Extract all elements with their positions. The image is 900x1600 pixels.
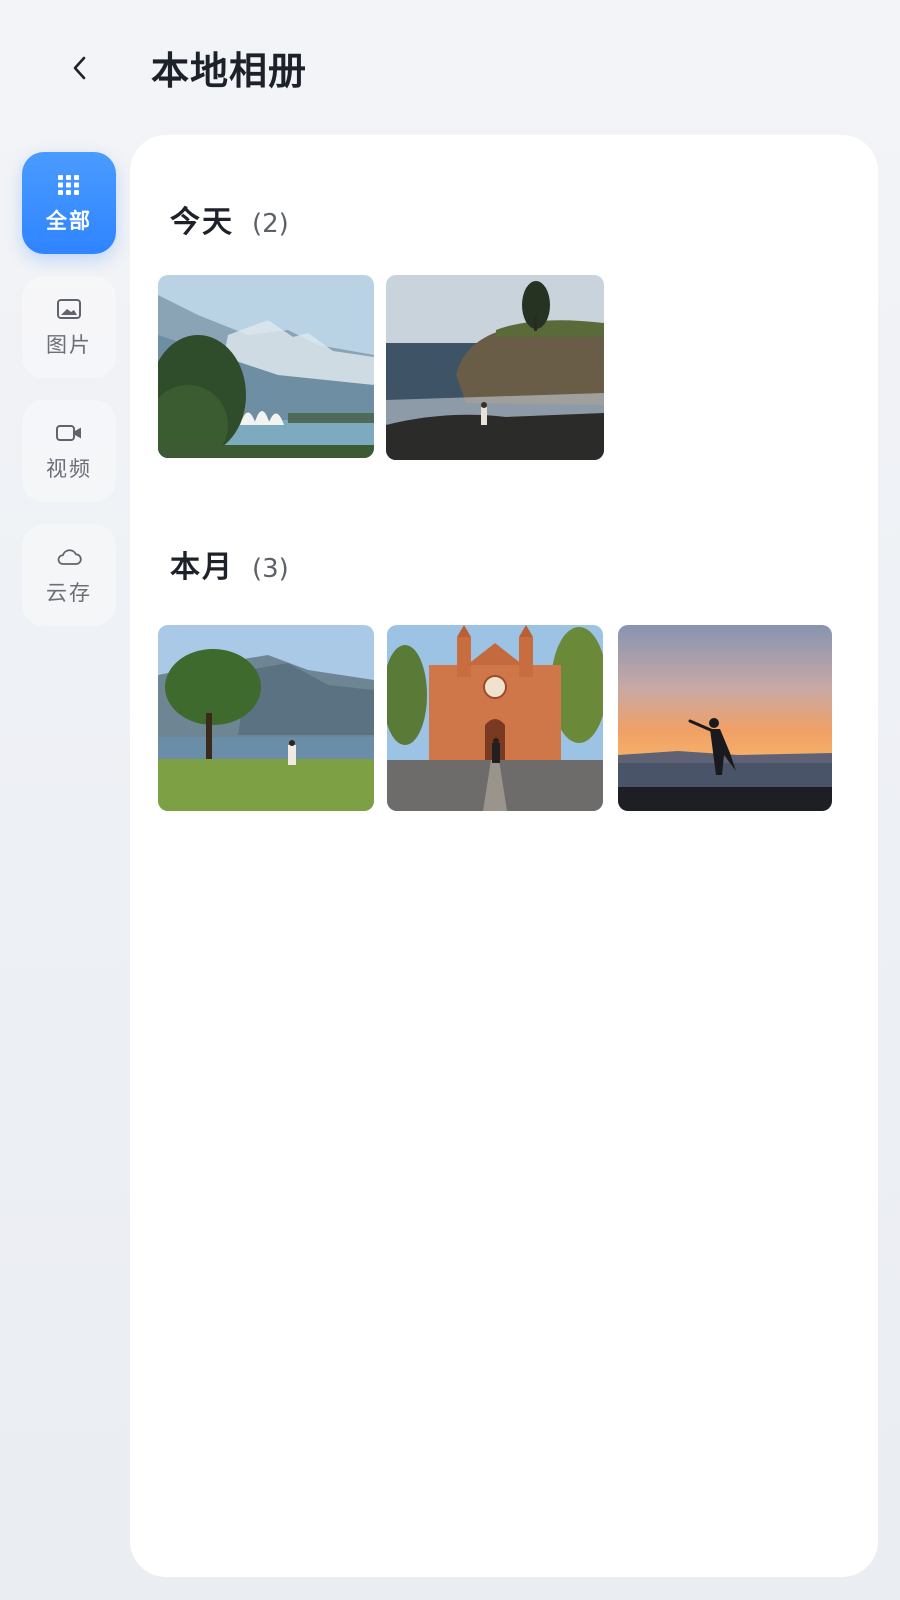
sidebar-item-label: 全部 xyxy=(46,209,92,233)
sidebar-item-cloud[interactable]: 云存 xyxy=(22,524,116,626)
video-icon xyxy=(55,419,83,447)
sidebar-item-label: 云存 xyxy=(46,581,92,605)
chevron-left-icon xyxy=(69,55,91,85)
photo-thumbnail[interactable] xyxy=(158,275,374,458)
page-title: 本地相册 xyxy=(151,49,308,93)
image-icon xyxy=(55,295,83,323)
back-button[interactable] xyxy=(58,48,102,92)
section-count: (3) xyxy=(252,554,289,584)
section-count: (2) xyxy=(252,209,289,239)
photo-thumbnail[interactable] xyxy=(386,275,604,460)
sidebar-item-images[interactable]: 图片 xyxy=(22,276,116,378)
header: 本地相册 xyxy=(0,0,900,130)
grid-icon xyxy=(55,171,83,199)
cloud-icon xyxy=(55,543,83,571)
album-content: 今天 (2) 本月 (3) xyxy=(130,135,878,1577)
sidebar-item-all[interactable]: 全部 xyxy=(22,152,116,254)
section-header-today: 今天 (2) xyxy=(170,197,289,241)
sidebar-item-label: 图片 xyxy=(46,333,92,357)
photo-thumbnail[interactable] xyxy=(618,625,832,811)
sidebar-item-label: 视频 xyxy=(46,457,92,481)
sidebar-item-videos[interactable]: 视频 xyxy=(22,400,116,502)
section-title: 今天 xyxy=(170,205,234,240)
category-sidebar: 全部 图片 视频 云存 xyxy=(22,152,116,648)
section-header-this-month: 本月 (3) xyxy=(170,542,289,586)
photo-thumbnail[interactable] xyxy=(387,625,603,811)
photo-thumbnail[interactable] xyxy=(158,625,374,811)
section-title: 本月 xyxy=(170,550,234,585)
